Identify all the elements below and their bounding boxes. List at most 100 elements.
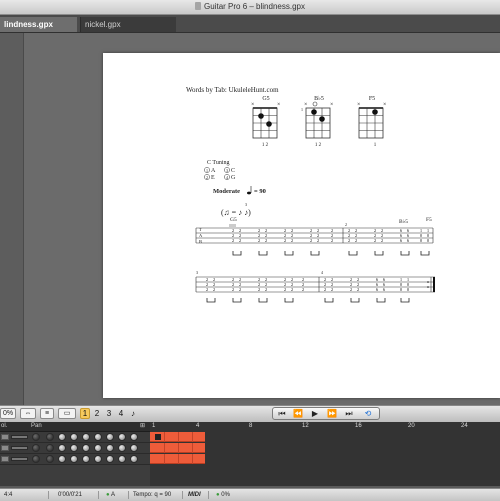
volume-slider[interactable]: [11, 446, 28, 450]
measure-number: 4: [321, 270, 323, 275]
track-clip[interactable]: [150, 432, 205, 442]
voice-1-button[interactable]: 1: [80, 408, 90, 419]
chord-label-system1: B♭5: [399, 218, 408, 225]
ruler-tick-label: 4: [196, 423, 200, 429]
track-row[interactable]: [0, 443, 150, 454]
track-option-icon[interactable]: [106, 455, 114, 463]
credit-text: Words by Tab: UkuleleHunt.com: [186, 86, 279, 94]
svg-text:G: G: [231, 175, 236, 181]
track-option-icon[interactable]: [118, 444, 126, 452]
voice-3-button[interactable]: 3: [104, 408, 114, 419]
rewind-icon[interactable]: ⏪: [291, 409, 305, 419]
track-option-icon[interactable]: [130, 455, 138, 463]
fret-number: 6: [400, 238, 403, 243]
volume-slider[interactable]: [11, 435, 28, 439]
tuning-legend: C Tuning 1 A 3 C 2 E 4 G: [204, 160, 236, 181]
track-option-icon[interactable]: [118, 455, 126, 463]
track-clip[interactable]: [150, 443, 205, 453]
track-row[interactable]: [0, 454, 150, 465]
fret-number: 2: [239, 238, 242, 243]
fret-number: 2: [348, 238, 351, 243]
track-option-icon[interactable]: [70, 444, 78, 452]
tab-blindness[interactable]: lindness.gpx: [0, 17, 77, 32]
rhythm-beams: [206, 298, 410, 303]
track-option-icon[interactable]: [94, 444, 102, 452]
fret-number: 2: [232, 238, 235, 243]
page-layout-select[interactable]: ⇔: [20, 408, 36, 419]
tab-nickel[interactable]: nickel.gpx: [80, 17, 176, 32]
ruler-tick-label: 8: [249, 423, 253, 429]
last-bar-icon[interactable]: ⏭: [342, 409, 356, 419]
loop-icon[interactable]: ⟲: [361, 409, 375, 419]
svg-text:(♫ = ♪ ♪): (♫ = ♪ ♪): [221, 208, 251, 217]
rhythm-beams: [232, 251, 430, 256]
playhead-marker[interactable]: [155, 434, 161, 440]
tempo-label: Moderate: [213, 188, 240, 195]
key-indicator: ● A: [106, 489, 115, 501]
pan-knob[interactable]: [32, 455, 40, 463]
fret-number: 2: [374, 238, 377, 243]
voice-2-button[interactable]: 2: [92, 408, 102, 419]
pan-header: Pan: [31, 423, 42, 429]
transport-controls: ⏮ ⏪ ▶ ⏩ ⏭ ⟲: [272, 407, 380, 420]
ruler-tick-label: 12: [302, 423, 309, 429]
open-string-mark: [312, 101, 318, 107]
volume-slider[interactable]: [11, 457, 28, 461]
fast-forward-icon[interactable]: ⏩: [325, 409, 339, 419]
mute-mark: ×: [330, 102, 333, 108]
chord-label-system1: G5: [230, 217, 237, 223]
track-color-swatch[interactable]: [1, 445, 9, 451]
track-option-icon[interactable]: [70, 433, 78, 441]
track-option-icon[interactable]: [82, 444, 90, 452]
track-option-icon[interactable]: [118, 433, 126, 441]
play-icon[interactable]: ▶: [308, 409, 322, 419]
tempo-marking: Moderate = 90: [213, 186, 266, 195]
mute-icon[interactable]: [46, 444, 54, 452]
track-option-icon[interactable]: [130, 433, 138, 441]
track-option-icon[interactable]: [58, 433, 66, 441]
view-mode-select[interactable]: ≡: [40, 408, 54, 419]
window-title-container: Guitar Pro 6 – blindness.gpx: [0, 2, 500, 11]
zoom-select[interactable]: 0%: [0, 408, 16, 419]
track-row[interactable]: [0, 432, 150, 443]
fret-number: 2: [355, 238, 358, 243]
track-option-icon[interactable]: [82, 455, 90, 463]
mute-icon[interactable]: [46, 455, 54, 463]
track-color-swatch[interactable]: [1, 456, 9, 462]
track-option-icon[interactable]: [106, 444, 114, 452]
measure-number: 2: [345, 222, 347, 227]
finger-dot: [372, 109, 378, 115]
track-clip[interactable]: [150, 454, 205, 464]
fret-number: 0: [420, 238, 423, 243]
score-page: Words by Tab: UkuleleHunt.com G5 × × 1 2…: [103, 53, 500, 398]
fret-number: 2: [232, 287, 235, 292]
pan-knob[interactable]: [32, 433, 40, 441]
fret-number: 2: [291, 238, 294, 243]
track-option-icon[interactable]: [70, 455, 78, 463]
mute-mark: ×: [383, 102, 386, 108]
track-option-icon[interactable]: [82, 433, 90, 441]
input-mode-button[interactable]: ▭: [58, 408, 76, 419]
pan-knob[interactable]: [32, 444, 40, 452]
svg-text:A: A: [211, 168, 216, 174]
track-option-icon[interactable]: [58, 455, 66, 463]
track-option-icon[interactable]: [94, 455, 102, 463]
add-track-icon[interactable]: ⊞: [140, 422, 145, 431]
track-option-icon[interactable]: [94, 433, 102, 441]
svg-text:3: 3: [245, 202, 247, 207]
svg-text:E: E: [211, 175, 215, 181]
mute-icon[interactable]: [46, 433, 54, 441]
tempo-status: Tempo: q = 90: [133, 492, 172, 498]
voice-4-button[interactable]: 4: [116, 408, 126, 419]
first-bar-icon[interactable]: ⏮: [275, 409, 289, 419]
fret-number: 2: [331, 287, 334, 292]
fret-number: 2: [350, 287, 353, 292]
fret-number: 0: [427, 238, 430, 243]
track-option-icon[interactable]: [130, 444, 138, 452]
track-option-icon[interactable]: [106, 433, 114, 441]
track-option-icon[interactable]: [58, 444, 66, 452]
note-tool-icon[interactable]: ♪: [128, 408, 138, 419]
finger-numbers: 1 2: [262, 143, 269, 148]
track-color-swatch[interactable]: [1, 434, 9, 440]
fret-number: 2: [213, 287, 216, 292]
